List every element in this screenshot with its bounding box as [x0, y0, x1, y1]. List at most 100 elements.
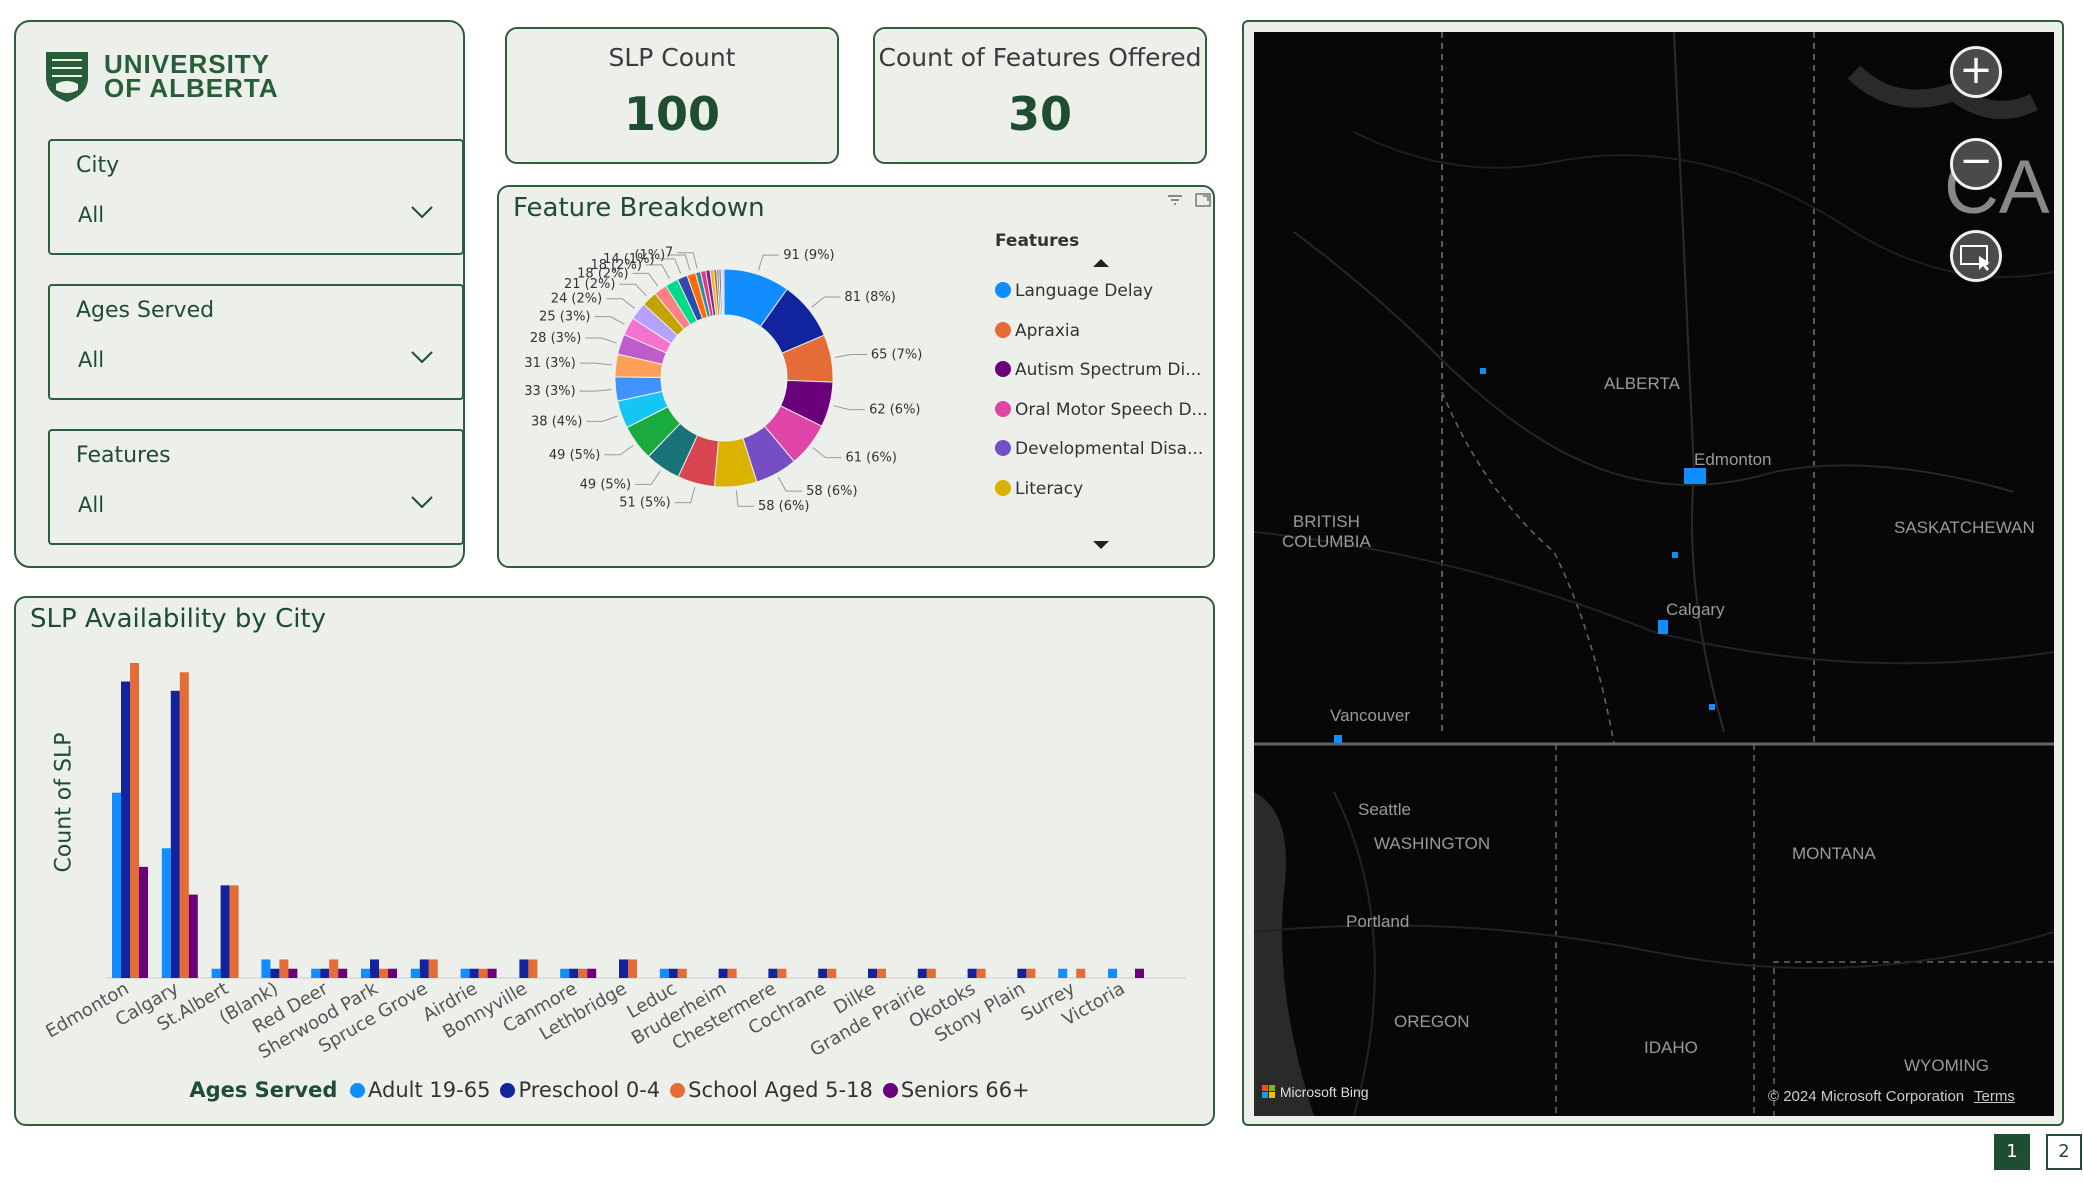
bar[interactable] [320, 968, 330, 978]
kpi-value: 30 [1007, 87, 1072, 141]
legend-swatch [670, 1083, 686, 1098]
map-label-saskatchewan: SASKATCHEWAN [1894, 518, 2035, 537]
leader-line [579, 388, 612, 392]
slice-label: 58 (6%) [806, 484, 857, 499]
bar[interactable] [428, 959, 438, 978]
bar[interactable] [329, 959, 339, 978]
bar[interactable] [361, 968, 370, 978]
legend-item[interactable]: Adult 19-65 [350, 1078, 490, 1102]
bar[interactable] [718, 968, 728, 978]
bar[interactable] [777, 968, 787, 978]
availability-panel: SLP Availability by City Count of SLP Ed… [14, 596, 1215, 1126]
bar[interactable] [121, 681, 130, 978]
bar[interactable] [578, 968, 588, 978]
bar[interactable] [519, 959, 529, 978]
bar[interactable] [668, 968, 678, 978]
bar[interactable] [188, 894, 198, 978]
bar[interactable] [727, 968, 737, 978]
bar[interactable] [1058, 968, 1068, 978]
bar[interactable] [379, 968, 388, 978]
bar[interactable] [768, 968, 778, 978]
legend-item[interactable]: School Aged 5-18 [670, 1078, 873, 1102]
bar[interactable] [967, 968, 977, 978]
bar[interactable] [478, 968, 488, 978]
bar[interactable] [139, 866, 148, 978]
legend-item[interactable]: Apraxia [995, 321, 1080, 341]
bar[interactable] [161, 848, 171, 978]
slice-label: 49 (5%) [580, 477, 631, 492]
bar[interactable] [370, 959, 379, 978]
terms-link[interactable]: Terms [1974, 1088, 2015, 1105]
bar[interactable] [170, 690, 180, 978]
bar[interactable] [868, 968, 877, 978]
bar[interactable] [917, 968, 927, 978]
legend-item[interactable]: Seniors 66+ [882, 1078, 1030, 1102]
bar[interactable] [677, 968, 687, 978]
bar[interactable] [587, 968, 597, 978]
bar[interactable] [270, 968, 280, 978]
bar[interactable] [528, 959, 538, 978]
bar[interactable] [659, 968, 669, 978]
bar[interactable] [130, 663, 139, 978]
bar[interactable] [877, 968, 886, 978]
bar[interactable] [827, 968, 837, 978]
scroll-down-icon[interactable] [1091, 539, 1111, 551]
bar[interactable] [388, 968, 397, 978]
city-slicer-value: All [78, 203, 105, 227]
bar[interactable] [112, 792, 121, 978]
bar[interactable] [460, 968, 470, 978]
page-2-button[interactable]: 2 [2046, 1134, 2082, 1170]
legend-item[interactable]: Preschool 0-4 [500, 1078, 660, 1102]
legend-item[interactable]: Language Delay [995, 281, 1153, 301]
bar[interactable] [976, 968, 986, 978]
map-canvas[interactable]: ALBERTA BRITISH COLUMBIA SASKATCHEWAN Edm… [1254, 32, 2054, 1116]
leader-line [757, 254, 780, 271]
bar[interactable] [229, 885, 239, 978]
bar[interactable] [220, 885, 230, 978]
bar[interactable] [560, 968, 570, 978]
page-1-button[interactable]: 1 [1994, 1134, 2030, 1170]
legend-item[interactable]: Autism Spectrum Di... [995, 360, 1201, 380]
bar[interactable] [469, 968, 479, 978]
leader-line [632, 272, 659, 287]
focus-mode-icon[interactable] [1193, 191, 1213, 209]
bar[interactable] [338, 968, 348, 978]
bar[interactable] [1135, 968, 1144, 978]
bar[interactable] [487, 968, 497, 978]
scroll-up-icon[interactable] [1091, 257, 1111, 269]
bar[interactable] [410, 968, 420, 978]
bar[interactable] [569, 968, 579, 978]
bar[interactable] [288, 968, 298, 978]
bar[interactable] [311, 968, 321, 978]
bar[interactable] [179, 672, 189, 978]
bar[interactable] [1108, 968, 1117, 978]
leader-line [579, 362, 612, 366]
bar[interactable] [1076, 968, 1086, 978]
bar[interactable] [1017, 968, 1027, 978]
bar[interactable] [818, 968, 828, 978]
select-area-button[interactable] [1950, 230, 2002, 282]
bar[interactable] [279, 959, 289, 978]
bar[interactable] [419, 959, 429, 978]
legend-item[interactable]: Oral Motor Speech D... [995, 400, 1208, 420]
chevron-down-icon[interactable] [410, 205, 434, 219]
chevron-down-icon[interactable] [410, 350, 434, 364]
legend-label: Adult 19-65 [368, 1078, 491, 1102]
zoom-in-button[interactable]: + [1950, 46, 2002, 98]
zoom-out-button[interactable]: − [1950, 138, 2002, 190]
legend-item[interactable]: Literacy [995, 479, 1083, 499]
city-slicer[interactable]: City All [48, 139, 464, 255]
features-slicer[interactable]: Features All [48, 429, 464, 545]
donut-slice[interactable] [722, 268, 725, 316]
bar[interactable] [926, 968, 936, 978]
ages-slicer[interactable]: Ages Served All [48, 284, 464, 400]
filter-icon[interactable] [1165, 191, 1185, 209]
bar[interactable] [1026, 968, 1036, 978]
slice-label: 28 (3%) [530, 331, 581, 346]
bar[interactable] [261, 959, 271, 978]
chevron-down-icon[interactable] [410, 495, 434, 509]
legend-item[interactable]: Developmental Disa... [995, 439, 1203, 459]
bar[interactable] [619, 959, 628, 978]
bar[interactable] [628, 959, 637, 978]
bar[interactable] [211, 968, 221, 978]
